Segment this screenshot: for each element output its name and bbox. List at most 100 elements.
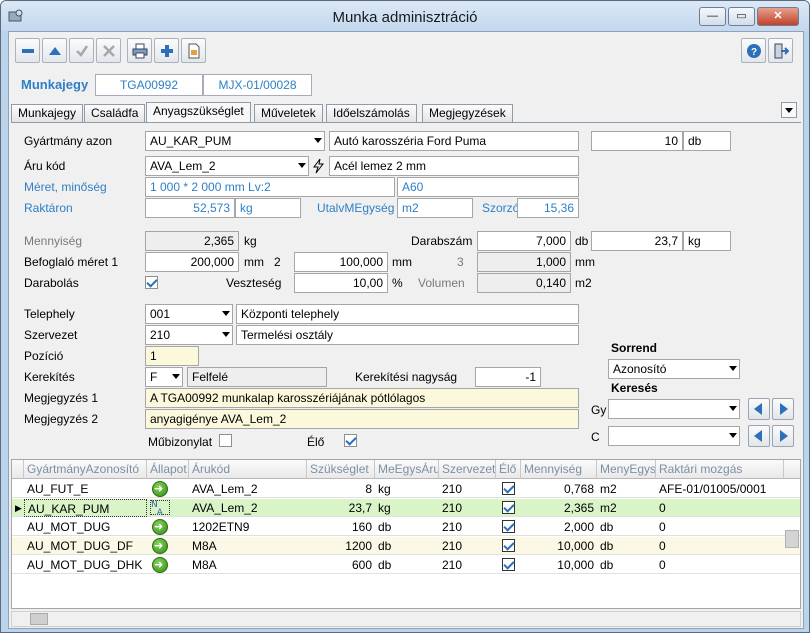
pozicio-field[interactable]: 1 [145,346,199,366]
befoglalo1-field[interactable]: 200,000 [145,252,239,272]
close-button[interactable]: ✕ [757,7,799,26]
elo-checkbox-cell [496,480,521,498]
raktaron-value: 52,573 [145,198,235,218]
x-icon [103,45,115,57]
cancel-button[interactable] [96,38,121,63]
elo-row-checkbox[interactable] [502,501,515,514]
elo-row-checkbox[interactable] [502,539,515,552]
darabszam-kg-unit: kg [683,231,731,251]
tab-munkajegy[interactable]: Munkajegy [11,104,84,122]
gyartmany-select[interactable]: AU_KAR_PUM [145,131,325,151]
cell-menyegys: m2 [600,501,617,515]
horizontal-scrollbar[interactable] [11,611,801,627]
elo-row-checkbox[interactable] [502,482,515,495]
vertical-scrollbar-thumb[interactable] [785,530,799,548]
document-button[interactable] [181,38,206,63]
row-indicator [12,480,24,498]
delete-record-button[interactable] [15,38,40,63]
exit-button[interactable] [768,38,793,63]
tab-muveletek[interactable]: Műveletek [254,104,323,122]
mubizonylat-checkbox[interactable] [219,434,232,447]
document-icon [188,43,200,59]
kerek-nagysag-field[interactable]: -1 [475,367,541,387]
toolbar: ? [15,38,799,68]
darabolas-label: Darabolás [24,276,79,290]
column-header[interactable]: GyártmányAzonosító [24,460,147,479]
materials-grid[interactable]: GyártmányAzonosító Állapot Árukód Szüksé… [11,459,801,609]
veszteseg-label: Veszteség [226,276,282,290]
column-header[interactable]: MenyEgys [597,460,656,479]
document-number: TGA00992 [95,74,203,96]
darabszam-label: Darabszám [411,234,473,248]
quantity-field[interactable]: 10 [591,131,683,151]
cell-arukod: AVA_Lem_2 [192,501,258,515]
maximize-button[interactable]: ▭ [728,7,755,26]
chevron-down-icon [729,433,737,438]
volumen-value: 0,140 [477,273,571,293]
elo-row-checkbox[interactable] [502,520,515,533]
print-button[interactable] [127,38,152,63]
cell-gyartmany: AU_MOT_DUG [27,520,111,534]
tab-anyagszukseglet[interactable]: Anyagszükséglet [146,102,251,123]
befoglalo-label: Befoglaló méret 1 [24,255,119,269]
darabolas-checkbox[interactable] [145,276,158,289]
cell-mennyiseg: 0,768 [563,482,594,496]
aru-kod-select[interactable]: AVA_Lem_2 [145,156,309,176]
telephely-select[interactable]: 001 [145,304,233,324]
c-next-button[interactable] [772,425,794,447]
column-header[interactable]: Árukód [189,460,307,479]
confirm-button[interactable] [69,38,94,63]
chevron-down-icon [222,311,230,316]
lightning-icon[interactable] [311,158,325,174]
mubizonylat-label: Műbizonylat [148,435,213,449]
cell-szervezet: 210 [442,520,463,534]
veszteseg-field[interactable]: 10,00 [294,273,388,293]
help-button[interactable]: ? [741,38,766,63]
cell-arukod: AVA_Lem_2 [192,482,258,496]
table-row[interactable]: AU_MOT_DUG 1202ETN9 160 db 210 2,000 db 0 [12,518,800,536]
kerekites-select[interactable]: F [145,367,183,387]
title-bar[interactable]: Munka adminisztráció — ▭ ✕ [1,1,809,31]
tab-megjegyzesek[interactable]: Megjegyzések [422,104,513,122]
megjegyzes2-field[interactable]: anyagigénye AVA_Lem_2 [145,409,579,429]
gy-prev-button[interactable] [748,398,770,420]
table-row[interactable]: ▶ AU_KAR_PUM N A AVA_Lem_2 23,7 kg 210 2,365 m2 0 [12,499,800,517]
utalv-value: m2 [397,198,473,218]
gy-search-select[interactable] [608,399,740,419]
column-header[interactable]: Mennyiség [521,460,597,479]
utalv-label: UtalvMEgység [317,201,395,215]
darabszam-kg-value: 23,7 [591,231,683,251]
move-up-button[interactable] [42,38,67,63]
tab-overflow-button[interactable] [781,102,797,118]
elo-row-checkbox[interactable] [502,558,515,571]
horizontal-scrollbar-thumb[interactable] [30,613,48,625]
column-header[interactable]: Szervezet [439,460,496,479]
chevron-down-icon [729,366,737,371]
sorrend-select[interactable]: Azonosító [608,359,740,379]
minus-icon [22,49,34,53]
table-row[interactable]: AU_MOT_DUG_DF M8A 1200 db 210 10,000 db 0 [12,537,800,555]
megjegyzes1-field[interactable]: A TGA00992 munkalap karosszériájának pót… [145,388,579,408]
column-header[interactable]: Raktári mozgás [656,460,784,479]
table-row[interactable]: AU_FUT_E AVA_Lem_2 8 kg 210 0,768 m2 AFE-01/010… [12,480,800,498]
column-header[interactable]: Élő [496,460,521,479]
elo-checkbox[interactable] [344,434,357,447]
column-header[interactable]: MeEgysÁru [375,460,439,479]
darabszam-field[interactable]: 7,000 [477,231,571,251]
tab-csaladfa[interactable]: Családfa [84,104,146,122]
table-row[interactable]: AU_MOT_DUG_DHK M8A 600 db 210 10,000 db 0 [12,556,800,574]
befoglalo2-field[interactable]: 100,000 [294,252,388,272]
c-prev-button[interactable] [748,425,770,447]
tab-idoelszamolas[interactable]: Időelszámolás [326,104,417,122]
row-indicator-header [12,460,24,479]
cell-menyegys: db [600,558,614,572]
column-header[interactable]: Állapot [147,460,189,479]
c-search-select[interactable] [608,426,740,446]
gy-next-button[interactable] [772,398,794,420]
cell-gyartmany: AU_MOT_DUG_DHK [27,558,143,572]
pozicio-label: Pozíció [24,349,64,363]
column-header[interactable]: Szükséglet [307,460,375,479]
add-button[interactable] [154,38,179,63]
szervezet-select[interactable]: 210 [145,325,233,345]
minimize-button[interactable]: — [699,7,726,26]
